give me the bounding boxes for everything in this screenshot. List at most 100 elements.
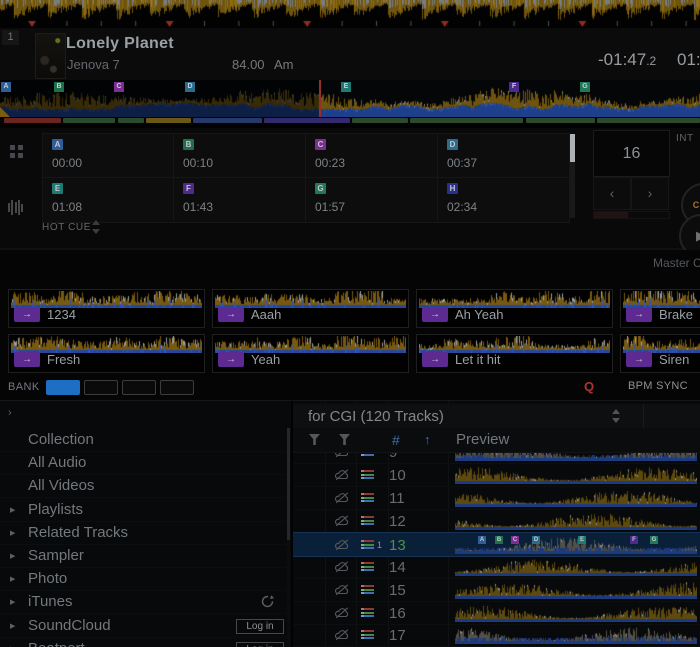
- row-cue-marker-a: A: [478, 536, 486, 544]
- sampler-pad-ah-yeah[interactable]: → Ah Yeah: [416, 289, 613, 328]
- sidebar-item-all-audio[interactable]: All Audio: [0, 451, 286, 475]
- pad-grid-icon[interactable]: [10, 145, 23, 158]
- sampler-pad-brake[interactable]: → Brake: [620, 289, 700, 328]
- cue-time-e: 01:08: [52, 200, 82, 214]
- sidebar-item-playlists[interactable]: ▶ Playlists: [0, 498, 286, 522]
- pad-waveform-canvas: [419, 336, 610, 353]
- sidebar-item-beatport[interactable]: ▶ Beatport Log in: [0, 637, 286, 647]
- sidebar-item-itunes[interactable]: ▶ iTunes: [0, 590, 286, 614]
- hot-cue-slot-h[interactable]: H 02:34: [437, 177, 570, 223]
- bank-button-4[interactable]: [160, 380, 194, 395]
- sidebar-item-soundcloud[interactable]: ▶ SoundCloud Log in: [0, 614, 286, 638]
- hot-cue-slot-b[interactable]: B 00:10: [173, 133, 306, 179]
- hot-cue-slot-d[interactable]: D 00:37: [437, 133, 570, 179]
- preview-waveform-canvas[interactable]: [455, 465, 697, 484]
- pad-load-button[interactable]: →: [422, 352, 448, 367]
- pad-load-button[interactable]: →: [218, 352, 244, 367]
- preview-waveform-canvas[interactable]: [455, 535, 697, 554]
- track-row-14[interactable]: 14: [293, 555, 700, 579]
- sidebar-collapse-icon[interactable]: ›: [8, 407, 12, 419]
- my-tag-icon: [361, 585, 374, 594]
- preview-waveform-canvas[interactable]: [455, 580, 697, 599]
- preview-waveform-canvas[interactable]: [455, 625, 697, 644]
- beat-jump-forward-button[interactable]: ›: [631, 177, 669, 210]
- pad-label: Siren: [659, 352, 689, 367]
- refresh-icon[interactable]: [260, 594, 275, 609]
- track-row-15[interactable]: 15: [293, 578, 700, 602]
- sampler-pad-1234[interactable]: → 1234: [8, 289, 205, 328]
- track-row-10[interactable]: 10: [293, 463, 700, 487]
- hot-cue-slot-f[interactable]: F 01:43: [173, 177, 306, 223]
- pad-load-button[interactable]: →: [422, 307, 448, 322]
- sidebar-item-related-tracks[interactable]: ▶ Related Tracks: [0, 521, 286, 545]
- pad-load-button[interactable]: →: [626, 352, 652, 367]
- track-artist: Jenova 7: [67, 57, 120, 72]
- bpm-sync-button[interactable]: BPM SYNC: [628, 380, 688, 392]
- login-button[interactable]: Log in: [236, 619, 284, 634]
- phrase-segment: [526, 118, 595, 123]
- tracklist-column-header: # ↑ Preview: [293, 428, 700, 453]
- master-cue-label[interactable]: Master Cue: [653, 256, 700, 270]
- preview-waveform-canvas[interactable]: [455, 511, 697, 530]
- cue-bank-scrollbar-track[interactable]: [570, 162, 575, 218]
- bank-button-1[interactable]: [46, 380, 80, 395]
- pad-load-button[interactable]: →: [626, 307, 652, 322]
- cloud-off-icon: [334, 606, 350, 624]
- time-remaining[interactable]: -01:47.2: [598, 50, 656, 70]
- quantize-button[interactable]: Q: [584, 379, 594, 394]
- pad-load-button[interactable]: →: [14, 307, 40, 322]
- expand-arrow-icon[interactable]: ▶: [10, 552, 15, 560]
- track-row-12[interactable]: 12: [293, 509, 700, 533]
- filter-icon[interactable]: [309, 434, 320, 445]
- cue-bank-scrollbar-thumb[interactable]: [570, 134, 575, 162]
- track-row-16[interactable]: 16: [293, 601, 700, 625]
- column-preview[interactable]: Preview: [456, 431, 509, 448]
- track-row-11[interactable]: 11: [293, 486, 700, 510]
- sidebar-item-collection[interactable]: Collection: [0, 428, 286, 452]
- expand-arrow-icon[interactable]: ▶: [10, 598, 15, 606]
- sampler-pad-yeah[interactable]: → Yeah: [212, 334, 409, 373]
- filter-icon[interactable]: [339, 434, 350, 445]
- row-cue-marker-f: F: [630, 536, 638, 544]
- hot-cue-slot-c[interactable]: C 00:23: [305, 133, 438, 179]
- login-button[interactable]: Log in: [236, 642, 284, 647]
- phrase-segment: [597, 118, 700, 123]
- pad-load-button[interactable]: →: [14, 352, 40, 367]
- beat-jump-value[interactable]: 16: [593, 130, 670, 177]
- bank-button-3[interactable]: [122, 380, 156, 395]
- expand-arrow-icon[interactable]: ▶: [10, 575, 15, 583]
- sampler-pad-let-it-hit[interactable]: → Let it hit: [416, 334, 613, 373]
- track-row-13[interactable]: 113ABCDEFG: [293, 532, 700, 557]
- pad-mode-selector[interactable]: HOT CUE: [40, 218, 110, 240]
- beat-jump-back-button[interactable]: ‹: [593, 177, 631, 210]
- preview-waveform-canvas[interactable]: [455, 488, 697, 507]
- bank-button-2[interactable]: [84, 380, 118, 395]
- sampler-pad-aaah[interactable]: → Aaah: [212, 289, 409, 328]
- sort-ascending-icon[interactable]: ↑: [424, 432, 431, 447]
- hot-cue-slot-g[interactable]: G 01:57: [305, 177, 438, 223]
- sidebar-item-all-videos[interactable]: All Videos: [0, 474, 286, 498]
- preview-waveform-canvas[interactable]: [455, 557, 697, 576]
- track-row-17[interactable]: 17: [293, 623, 700, 647]
- expand-arrow-icon[interactable]: ▶: [10, 506, 15, 514]
- sidebar-item-sampler[interactable]: ▶ Sampler: [0, 544, 286, 568]
- pad-load-button[interactable]: →: [218, 307, 244, 322]
- sampler-pad-fresh[interactable]: → Fresh: [8, 334, 205, 373]
- sampler-pad-siren[interactable]: → Siren: [620, 334, 700, 373]
- waveform-view-icon[interactable]: [8, 199, 24, 215]
- sidebar-item-photo[interactable]: ▶ Photo: [0, 567, 286, 591]
- my-tag-icon: [361, 540, 374, 549]
- expand-arrow-icon[interactable]: ▶: [10, 529, 15, 537]
- hot-cue-slot-e[interactable]: E 01:08: [42, 177, 175, 223]
- sidebar-scrollbar-thumb[interactable]: [287, 428, 290, 540]
- my-tag-icon: [361, 493, 374, 502]
- row-cue-marker-g: G: [650, 536, 658, 544]
- hot-cue-slot-a[interactable]: A 00:00: [42, 133, 175, 179]
- preview-waveform-canvas[interactable]: [455, 603, 697, 622]
- playlist-header[interactable]: for CGI (120 Tracks): [293, 404, 700, 428]
- column-number[interactable]: #: [392, 432, 400, 448]
- sort-toggle-icon[interactable]: [610, 407, 622, 425]
- overview-waveform[interactable]: ABCDEFG: [0, 80, 700, 117]
- expand-arrow-icon[interactable]: ▶: [10, 622, 15, 630]
- zoom-waveform[interactable]: [0, 0, 700, 28]
